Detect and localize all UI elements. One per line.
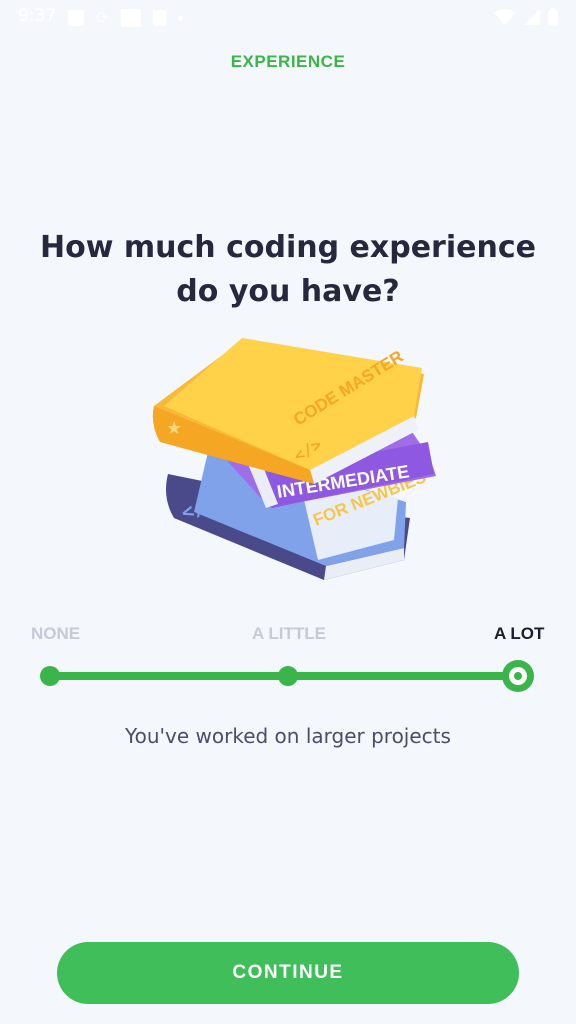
status-bar: 9:37 ⟳ bbox=[0, 0, 576, 34]
slider-thumb-a-lot[interactable] bbox=[502, 660, 534, 692]
level-label-a-lot[interactable]: A LOT bbox=[494, 624, 544, 644]
question-line-2: do you have? bbox=[176, 274, 400, 309]
wifi-icon bbox=[494, 9, 516, 25]
slider-stop-none[interactable] bbox=[40, 666, 60, 686]
continue-button[interactable]: CONTINUE bbox=[57, 942, 519, 1004]
slider-thumb-core bbox=[514, 672, 522, 680]
slider-thumb-ring bbox=[509, 667, 527, 685]
section-label: EXPERIENCE bbox=[230, 52, 346, 71]
notification-icons: ⟳ bbox=[68, 8, 184, 28]
question-title: How much coding experience do you have? bbox=[40, 226, 536, 314]
status-time: 9:37 bbox=[18, 6, 57, 26]
experience-level-labels: NONE A LITTLE A LOT bbox=[0, 624, 576, 648]
level-label-none[interactable]: NONE bbox=[31, 624, 80, 644]
dot-icon bbox=[178, 15, 184, 21]
books-stack-illustration: </> FOR NEWBIES INTERMEDIATE ★ CODE MAST… bbox=[152, 338, 436, 580]
settings-sync-icon: ⟳ bbox=[96, 10, 110, 27]
level-description: You've worked on larger projects bbox=[125, 724, 451, 748]
system-icons bbox=[494, 8, 558, 26]
slider-stop-a-little[interactable] bbox=[278, 666, 298, 686]
svg-text:★: ★ bbox=[166, 418, 182, 439]
clipboard-icon bbox=[153, 10, 167, 26]
level-label-a-little[interactable]: A LITTLE bbox=[252, 624, 326, 644]
square-app-icon bbox=[121, 9, 142, 27]
image-icon bbox=[68, 10, 84, 26]
question-line-1: How much coding experience bbox=[40, 230, 536, 265]
signal-icon bbox=[524, 9, 540, 25]
battery-icon bbox=[548, 8, 558, 26]
